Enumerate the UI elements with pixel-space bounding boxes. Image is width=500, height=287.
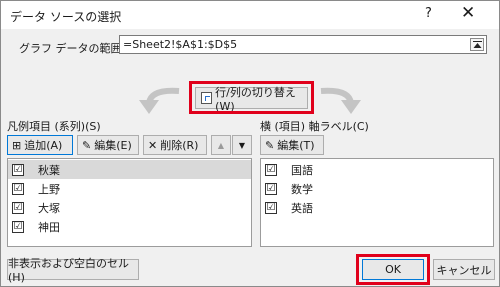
move-up-icon: ▲ (217, 140, 225, 150)
title-bar: データ ソースの選択 ? ✕ (1, 1, 499, 29)
list-item-label: 上野 (38, 182, 60, 196)
cancel-button[interactable]: キャンセル (433, 259, 495, 280)
checkbox[interactable]: ☑ (265, 201, 277, 214)
axis-labels-label: 横 (項目) 軸ラベル(C) (260, 120, 369, 133)
add-icon: ⊞ (12, 138, 22, 152)
dialog-title: データ ソースの選択 (10, 10, 122, 24)
list-item-label: 大塚 (38, 201, 60, 215)
move-up-button[interactable]: ▲ (211, 135, 231, 155)
chart-range-value: =Sheet2!$A$1:$D$5 (123, 38, 238, 51)
list-item-label: 数学 (291, 182, 313, 196)
add-series-label: 追加(A) (24, 139, 63, 152)
edit-axis-labels-label: 編集(T) (277, 139, 315, 152)
delete-series-button[interactable]: ✕ 削除(R) (143, 135, 207, 155)
legend-entries-list[interactable]: ☑ 秋葉 ☑ 上野 ☑ 大塚 ☑ 神田 (7, 158, 252, 247)
help-button[interactable]: ? (425, 6, 432, 21)
legend-entries-label: 凡例項目 (系列)(S) (7, 120, 101, 133)
list-item-label: 国語 (291, 163, 313, 177)
highlight-switch-button (189, 81, 314, 114)
list-item-label: 秋葉 (38, 163, 60, 177)
list-item[interactable]: ☑ 国語 (261, 160, 493, 179)
checkbox[interactable]: ☑ (12, 182, 24, 195)
right-curve-arrow-icon (320, 87, 361, 114)
edit-series-label: 編集(E) (94, 139, 132, 152)
checkbox[interactable]: ☑ (265, 182, 277, 195)
list-item[interactable]: ☑ 大塚 (8, 198, 251, 217)
chart-range-input[interactable]: =Sheet2!$A$1:$D$5 (119, 35, 487, 54)
add-series-button[interactable]: ⊞ 追加(A) (7, 135, 73, 155)
collapse-icon[interactable] (470, 38, 484, 51)
checkbox[interactable]: ☑ (265, 163, 277, 176)
axis-labels-list[interactable]: ☑ 国語 ☑ 数学 ☑ 英語 (260, 158, 494, 247)
move-down-button[interactable]: ▼ (232, 135, 252, 155)
delete-series-label: 削除(R) (160, 139, 199, 152)
list-item-label: 英語 (291, 201, 313, 215)
left-curve-arrow-icon (139, 87, 180, 114)
list-item-label: 神田 (38, 220, 60, 234)
move-down-icon: ▼ (238, 140, 246, 150)
hidden-empty-cells-button[interactable]: 非表示および空白のセル(H) (7, 257, 139, 284)
close-button[interactable]: ✕ (461, 3, 475, 23)
select-data-source-dialog: データ ソースの選択 ? ✕ グラフ データの範囲(D): =Sheet2!$A… (0, 0, 500, 287)
edit-series-button[interactable]: ✎ 編集(E) (77, 135, 139, 155)
list-item[interactable]: ☑ 秋葉 (8, 160, 251, 179)
edit-icon: ✎ (82, 138, 92, 152)
list-item[interactable]: ☑ 英語 (261, 198, 493, 217)
delete-icon: ✕ (148, 138, 158, 152)
edit-axis-labels-button[interactable]: ✎ 編集(T) (260, 135, 324, 155)
list-item[interactable]: ☑ 神田 (8, 217, 251, 236)
checkbox[interactable]: ☑ (12, 201, 24, 214)
highlight-ok-button (356, 254, 430, 285)
checkbox[interactable]: ☑ (12, 163, 24, 176)
checkbox[interactable]: ☑ (12, 220, 24, 233)
list-item[interactable]: ☑ 上野 (8, 179, 251, 198)
edit-icon: ✎ (265, 138, 275, 152)
list-item[interactable]: ☑ 数学 (261, 179, 493, 198)
